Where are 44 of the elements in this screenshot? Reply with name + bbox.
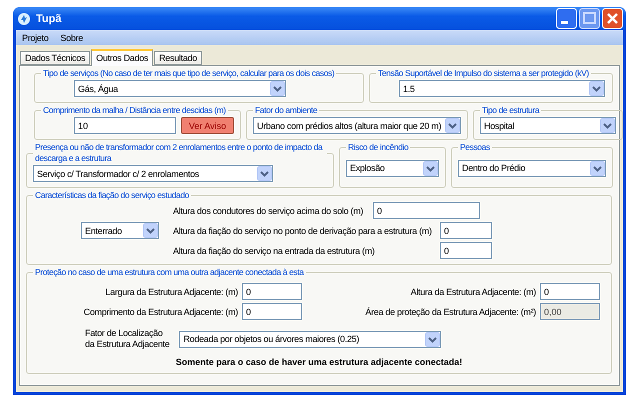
group-label: Tipo de estrutura bbox=[481, 105, 541, 116]
dropdown[interactable]: Dentro do Prédio bbox=[458, 160, 606, 176]
tab[interactable]: Outros Dados bbox=[91, 49, 154, 66]
field-label: Altura da fiação do serviço na entrada da estrutura (m) bbox=[173, 244, 376, 256]
field-label: Largura da Estrutura Adjacente: (m) bbox=[104, 286, 238, 298]
field-label: Fator de Localização da Estrutura Adjacente bbox=[85, 328, 170, 350]
group-label: Proteção no caso de uma estrutura com uma outra adjacente conectada à esta bbox=[34, 267, 305, 278]
dropdown[interactable]: Hospital bbox=[480, 117, 616, 134]
menu-item[interactable]: Projeto bbox=[22, 32, 48, 42]
input-field[interactable]: 0 bbox=[440, 222, 492, 239]
input-field[interactable]: 0 bbox=[242, 283, 302, 300]
window-title: Tupã bbox=[35, 12, 62, 24]
group-label: Pessoas bbox=[459, 142, 491, 153]
input-field[interactable]: 10 bbox=[74, 117, 176, 134]
dropdown[interactable]: Explosão bbox=[346, 160, 439, 176]
input-field[interactable]: 0 bbox=[440, 242, 492, 259]
group-label: Tipo de serviços (No caso de ter mais que tipo de serviço, calcular para os dois casos) bbox=[42, 68, 336, 79]
field-label: Altura da fiação do serviço no ponto de derivação para a estrutura (m) bbox=[173, 224, 433, 236]
dropdown[interactable]: Enterrado bbox=[81, 222, 159, 239]
app-icon bbox=[17, 12, 31, 26]
group-label: Comprimento da malha / Distância entre descidas (m) bbox=[42, 105, 227, 116]
group-label: Características da fiação do serviço estudado bbox=[34, 190, 190, 201]
input-field[interactable]: 0 bbox=[540, 283, 600, 300]
note-text: Somente para o caso de haver uma estrutura adjacente conectada! bbox=[176, 356, 462, 368]
group-label: Risco de incêndio bbox=[347, 142, 410, 153]
dropdown[interactable]: Rodeada por objetos ou árvores maiores (0.25) bbox=[179, 330, 442, 348]
field-label: Altura da Estrutura Adjacente: (m) bbox=[410, 286, 536, 298]
minimize-icon[interactable] bbox=[556, 8, 577, 29]
dropdown[interactable]: Urbano com prédios altos (altura maior que 20 m) bbox=[253, 117, 461, 134]
menu-item[interactable]: Sobre bbox=[60, 32, 83, 42]
input-field[interactable]: 0 bbox=[242, 303, 302, 320]
group-label: Presença ou não de transformador com 2 enrolamentos entre o ponto de impacto da descarga e a estrutura bbox=[34, 142, 324, 164]
field-label: Comprimento da Estrutura Adjacente: (m) bbox=[82, 306, 238, 318]
input-field[interactable]: 0 bbox=[373, 202, 480, 219]
field-label: Altura dos condutores do serviço acima do solo (m) bbox=[173, 204, 364, 216]
tab[interactable]: Resultado bbox=[154, 51, 202, 65]
dropdown[interactable]: 1.5 bbox=[399, 80, 605, 97]
field-label: Área de proteção da Estrutura Adjacente: (m²) bbox=[364, 306, 536, 318]
tab[interactable]: Dados Técnicos bbox=[20, 51, 90, 65]
dropdown[interactable]: Gás, Água bbox=[74, 80, 286, 97]
group-label: Tensão Suportável de Impulso do sistema a ser protegido (kV) bbox=[377, 68, 590, 79]
group-label: Fator do ambiente bbox=[254, 105, 318, 116]
close-icon[interactable] bbox=[602, 8, 623, 29]
dropdown[interactable]: Serviço c/ Transformador c/ 2 enrolamentos bbox=[33, 165, 273, 182]
